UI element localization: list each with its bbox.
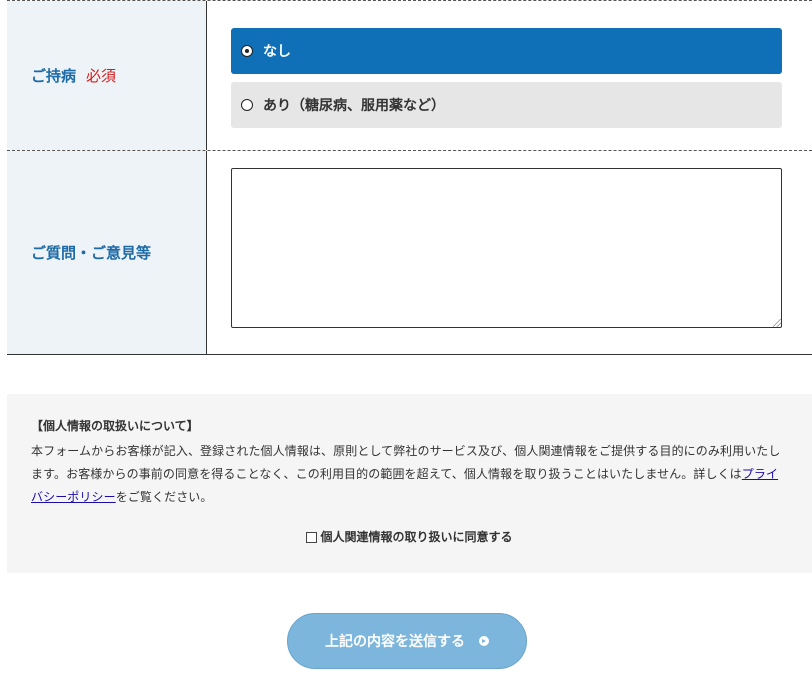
radio-option-label: なし <box>263 44 291 60</box>
questions-row: ご質問・ご意見等 <box>7 151 812 355</box>
privacy-body-text: 本フォームからお客様が記入、登録された個人情報は、原則として弊社のサービス及び、… <box>31 444 781 481</box>
submit-button[interactable]: 上記の内容を送信する <box>287 613 527 669</box>
illness-row: ご持病 必須 なし あり（糖尿病、服用薬など） <box>7 0 812 151</box>
illness-label-cell: ご持病 必須 <box>7 1 207 150</box>
radio-checked-icon[interactable] <box>241 45 253 57</box>
radio-option-label: あり（糖尿病、服用薬など） <box>263 98 445 114</box>
consent-row: 個人関連情報の取り扱いに同意する <box>7 526 812 549</box>
privacy-section: 【個人情報の取扱いについて】 本フォームからお客様が記入、登録された個人情報は、… <box>7 394 812 573</box>
radio-option-yes[interactable]: あり（糖尿病、服用薬など） <box>231 82 782 128</box>
consent-checkbox[interactable] <box>306 532 318 543</box>
privacy-body-tail: をご覧ください。 <box>115 490 213 504</box>
radio-option-none[interactable]: なし <box>231 28 782 74</box>
consent-label[interactable]: 個人関連情報の取り扱いに同意する <box>320 526 512 549</box>
radio-unchecked-icon[interactable] <box>241 99 253 111</box>
questions-field <box>207 151 812 354</box>
privacy-text: 本フォームからお客様が記入、登録された個人情報は、原則として弊社のサービス及び、… <box>31 440 788 509</box>
resize-handle-icon[interactable] <box>773 319 781 327</box>
questions-textarea[interactable] <box>231 168 782 328</box>
questions-label: ご質問・ご意見等 <box>31 244 152 262</box>
form-table: ご持病 必須 なし あり（糖尿病、服用薬など） ご質問・ご意見等 <box>7 0 812 355</box>
illness-field: なし あり（糖尿病、服用薬など） <box>207 1 812 150</box>
questions-label-cell: ご質問・ご意見等 <box>7 151 207 354</box>
required-badge: 必須 <box>86 67 117 85</box>
illness-label: ご持病 <box>31 67 77 85</box>
privacy-title: 【個人情報の取扱いについて】 <box>31 419 199 433</box>
submit-label: 上記の内容を送信する <box>325 634 465 650</box>
arrow-circle-icon <box>479 636 489 646</box>
